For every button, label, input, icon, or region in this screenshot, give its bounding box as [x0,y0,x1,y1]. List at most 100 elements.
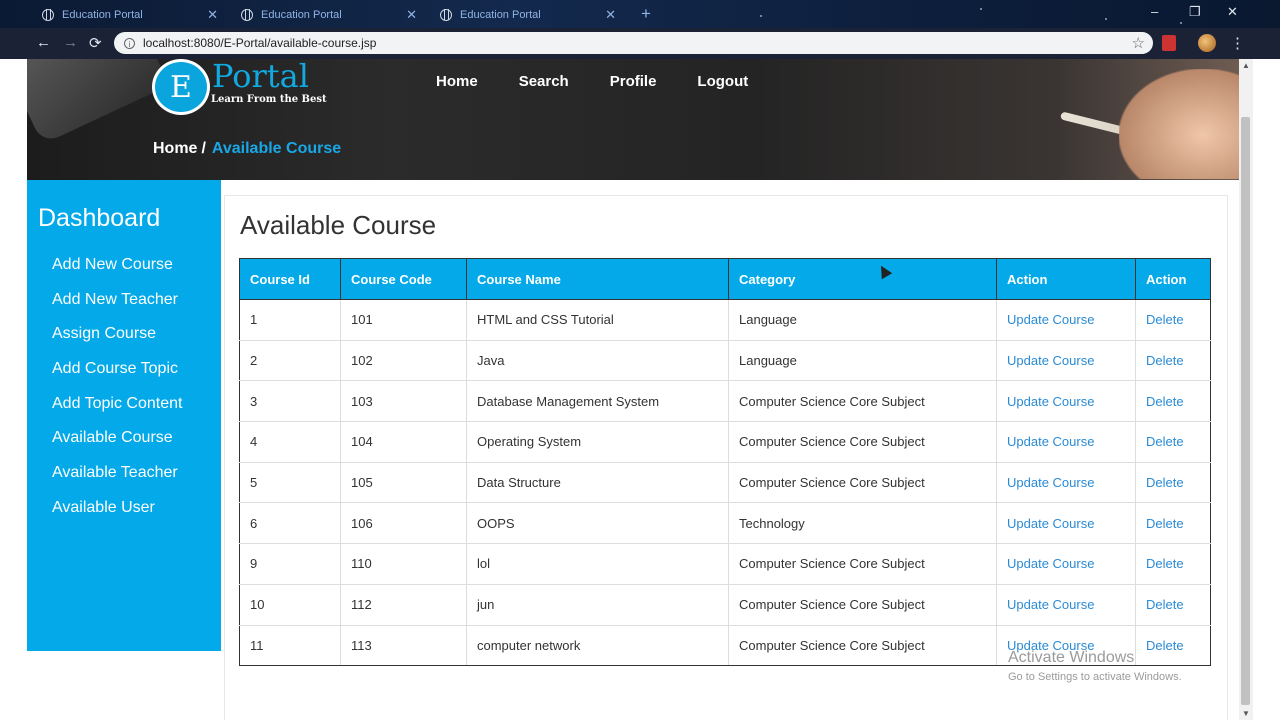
logo-badge[interactable]: E [152,59,210,115]
breadcrumb-home[interactable]: Home [153,140,197,157]
course-name-cell: Java [466,340,729,382]
category-cell: Technology [728,502,997,545]
close-tab-icon[interactable]: ✕ [207,7,218,23]
url-text[interactable]: localhost:8080/E-Portal/available-course… [143,36,1132,50]
delete-course-link[interactable]: Delete [1135,502,1211,545]
update-course-link[interactable]: Update Course [996,462,1136,504]
course-code-cell: 101 [340,299,467,341]
reload-icon[interactable]: ⟳ [89,34,102,52]
breadcrumb: Home / Available Course [153,140,341,158]
logo-text[interactable]: Portal [212,59,309,95]
delete-course-link[interactable]: Delete [1135,340,1211,382]
dashboard-sidebar: Dashboard Add New Course Add New Teacher… [27,180,221,651]
sidebar-title: Dashboard [38,204,161,232]
category-cell: Computer Science Core Subject [728,625,997,667]
right-gutter [1253,59,1280,720]
table-row: 9 110 lol Computer Science Core Subject … [239,543,1211,585]
scroll-up-icon[interactable]: ▲ [1242,61,1250,70]
forward-icon[interactable]: → [63,34,78,51]
maximize-icon[interactable]: ❐ [1189,4,1201,20]
sidebar-item-add-new-course[interactable]: Add New Course [52,256,182,291]
close-tab-icon[interactable]: ✕ [406,7,417,23]
browser-toolbar: ← → ⟳ i localhost:8080/E-Portal/availabl… [0,28,1280,59]
breadcrumb-separator: / [201,140,206,157]
pdf-extension-icon[interactable] [1162,35,1176,51]
delete-course-link[interactable]: Delete [1135,543,1211,585]
course-table: Course Id Course Code Course Name Catego… [239,258,1211,667]
course-id-cell: 6 [239,502,341,545]
breadcrumb-current: Available Course [211,140,342,157]
category-cell: Computer Science Core Subject [728,584,997,626]
course-name-cell: Operating System [466,421,729,463]
update-course-link[interactable]: Update Course [996,380,1136,423]
course-code-cell: 112 [340,584,467,626]
browser-tab[interactable]: Education Portal ✕ [30,3,226,27]
delete-course-link[interactable]: Delete [1135,299,1211,341]
globe-icon [241,9,253,21]
update-course-link[interactable]: Update Course [996,543,1136,585]
info-icon[interactable]: i [124,37,135,49]
page-viewport: E Portal Learn From the Best Home Search… [27,59,1239,720]
course-code-cell: 103 [340,380,467,423]
back-icon[interactable]: ← [36,34,51,51]
close-window-icon[interactable]: ✕ [1227,4,1238,20]
tab-title: Education Portal [460,9,541,21]
tab-title: Education Portal [261,9,342,21]
sidebar-item-add-topic-content[interactable]: Add Topic Content [52,395,182,430]
browser-menu-icon[interactable]: ⋮ [1230,34,1245,52]
delete-course-link[interactable]: Delete [1135,421,1211,463]
update-course-link[interactable]: Update Course [996,584,1136,626]
course-code-cell: 113 [340,625,467,667]
sidebar-item-add-course-topic[interactable]: Add Course Topic [52,360,182,395]
page-scrollbar[interactable]: ▲ ▼ [1239,59,1253,720]
sidebar-item-assign-course[interactable]: Assign Course [52,325,182,360]
update-course-link[interactable]: Update Course [996,421,1136,463]
course-id-cell: 4 [239,421,341,463]
nav-home-link[interactable]: Home [436,73,478,90]
sidebar-item-available-user[interactable]: Available User [52,499,182,534]
table-row: 2 102 Java Language Update Course Delete [239,340,1211,382]
course-id-cell: 9 [239,543,341,585]
course-name-cell: OOPS [466,502,729,545]
browser-tab[interactable]: Education Portal ✕ [229,3,425,27]
globe-icon [42,9,54,21]
scroll-down-icon[interactable]: ▼ [1242,709,1250,718]
category-cell: Computer Science Core Subject [728,543,997,585]
course-name-cell: lol [466,543,729,585]
course-code-cell: 106 [340,502,467,545]
header-banner: E Portal Learn From the Best Home Search… [27,59,1239,180]
update-course-link[interactable]: Update Course [996,502,1136,545]
course-name-cell: computer network [466,625,729,667]
course-id-cell: 2 [239,340,341,382]
nav-profile-link[interactable]: Profile [610,73,657,90]
nav-search-link[interactable]: Search [519,73,569,90]
table-row: 5 105 Data Structure Computer Science Co… [239,462,1211,504]
left-gutter [0,59,27,720]
profile-avatar-icon[interactable] [1198,34,1216,52]
sidebar-item-available-course[interactable]: Available Course [52,429,182,464]
sidebar-item-add-new-teacher[interactable]: Add New Teacher [52,291,182,326]
category-cell: Language [728,340,997,382]
delete-course-link[interactable]: Delete [1135,380,1211,423]
sidebar-item-available-teacher[interactable]: Available Teacher [52,464,182,499]
delete-course-link[interactable]: Delete [1135,584,1211,626]
minimize-icon[interactable]: – [1151,4,1158,19]
update-course-link[interactable]: Update Course [996,340,1136,382]
update-course-link[interactable]: Update Course [996,299,1136,341]
table-header-row: Course Id Course Code Course Name Catego… [239,258,1211,300]
browser-tab[interactable]: Education Portal ✕ [428,3,624,27]
nav-logout-link[interactable]: Logout [697,73,748,90]
category-cell: Computer Science Core Subject [728,421,997,463]
address-bar[interactable]: i localhost:8080/E-Portal/available-cour… [114,32,1153,54]
course-id-cell: 1 [239,299,341,341]
scrollbar-thumb[interactable] [1241,117,1250,705]
table-row: 10 112 jun Computer Science Core Subject… [239,584,1211,626]
delete-course-link[interactable]: Delete [1135,462,1211,504]
new-tab-icon[interactable]: + [641,4,651,24]
watermark-title: Activate Windows [1008,649,1135,666]
watermark-subtitle: Go to Settings to activate Windows. [1008,671,1182,683]
category-cell: Language [728,299,997,341]
bookmark-star-icon[interactable]: ☆ [1132,34,1145,52]
course-id-cell: 5 [239,462,341,504]
close-tab-icon[interactable]: ✕ [605,7,616,23]
